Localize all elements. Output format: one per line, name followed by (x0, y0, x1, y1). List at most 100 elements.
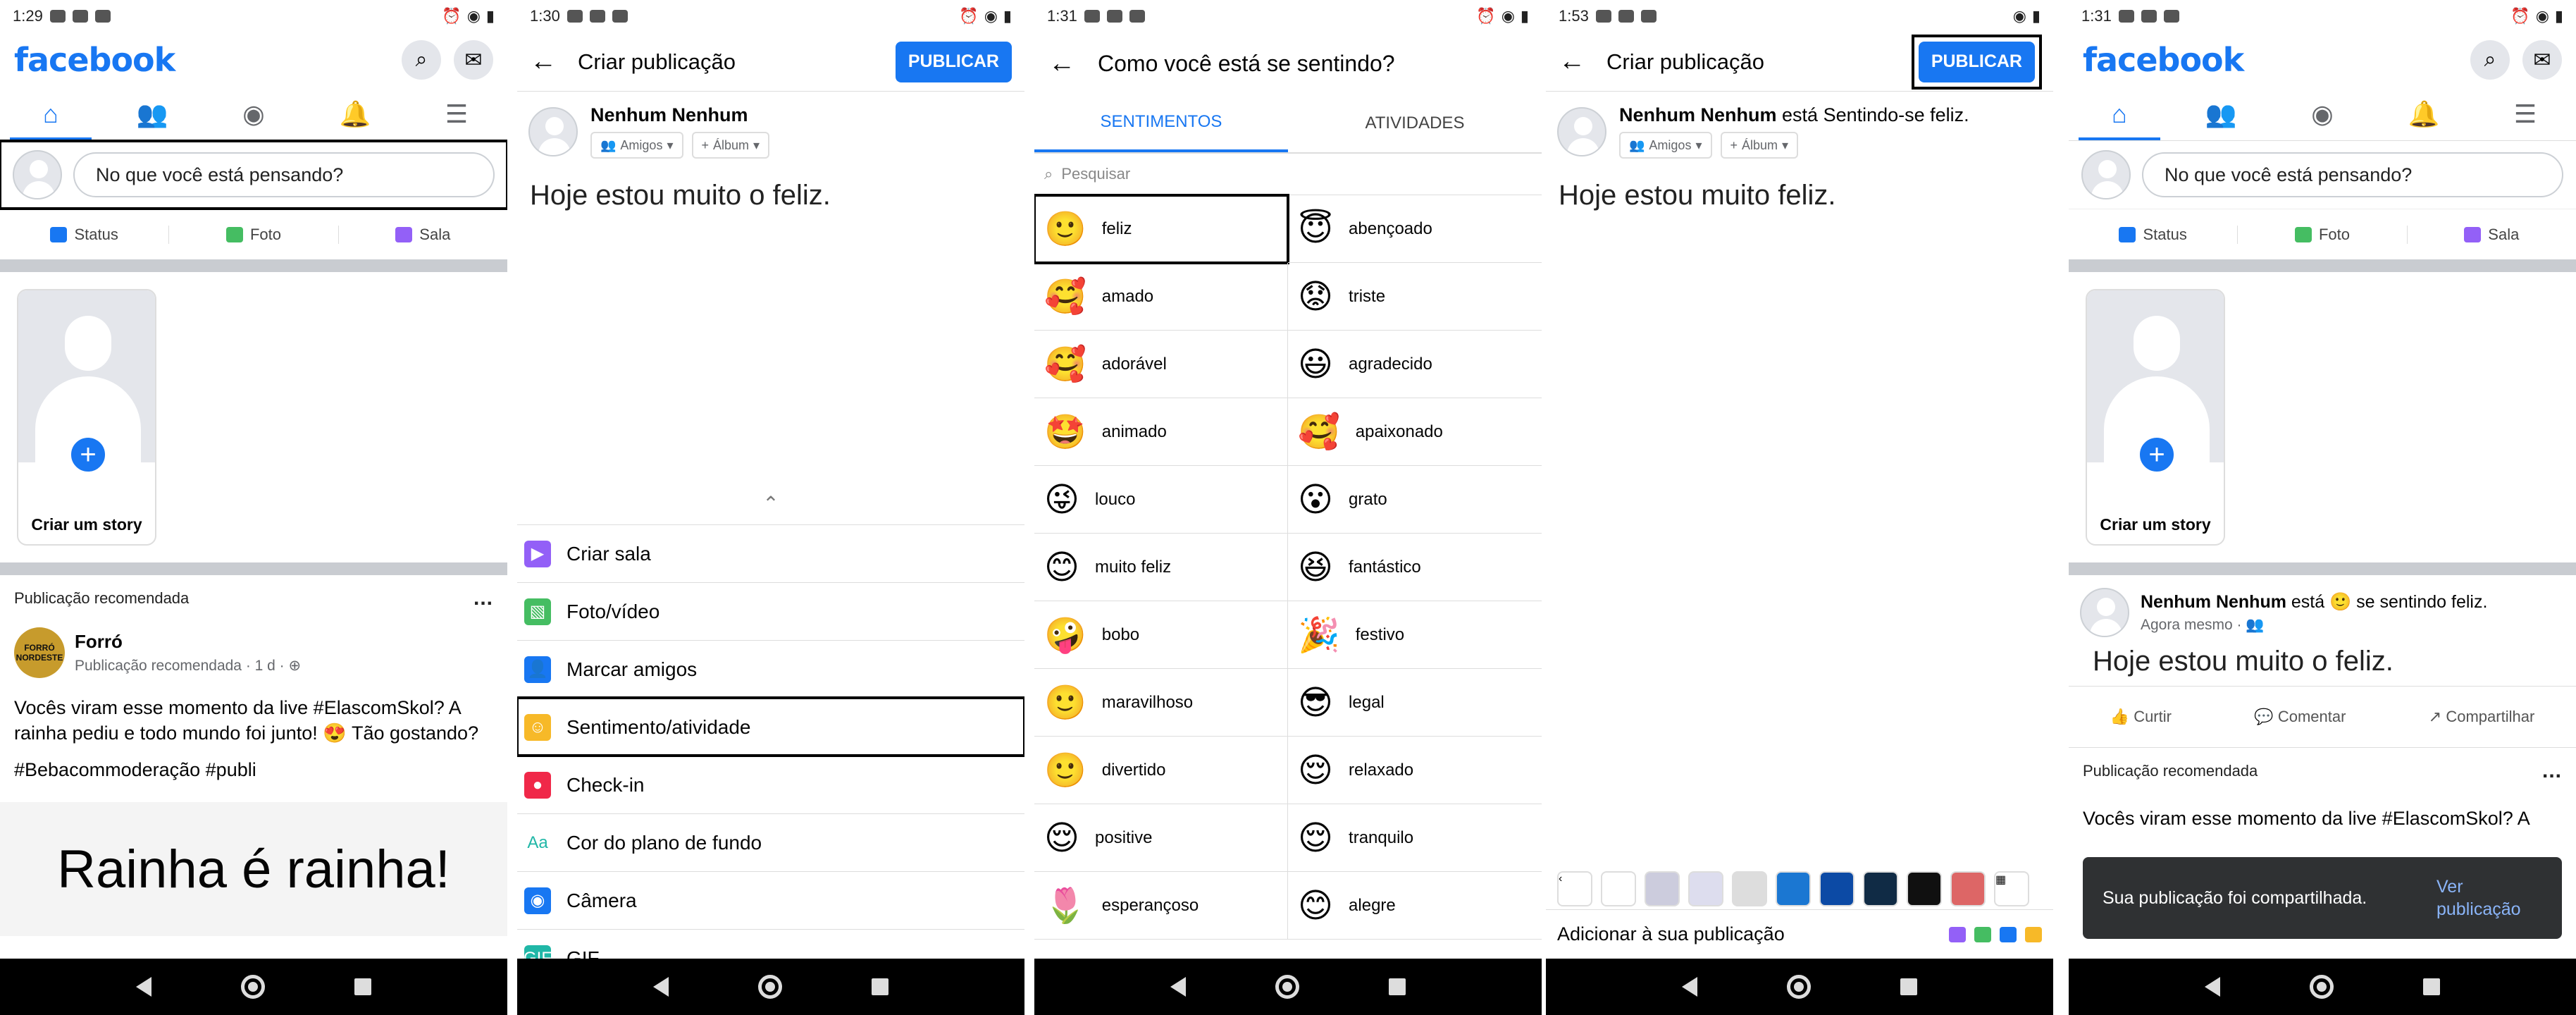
feeling-item[interactable]: 😃 agradecido (1288, 331, 1542, 398)
privacy-chip[interactable]: 👥 Amigos ▾ (590, 132, 683, 159)
feeling-item[interactable]: 🤪 bobo (1034, 601, 1288, 669)
album-chip[interactable]: + Álbum ▾ (691, 132, 770, 159)
tag-friends-item[interactable]: 👤 Marcar amigos (517, 640, 1024, 698)
avatar (13, 150, 62, 199)
privacy-chip[interactable]: 👥 Amigos ▾ (1619, 132, 1712, 159)
back-arrow-icon[interactable]: ← (1559, 47, 1585, 77)
wifi-icon: ◉ (466, 7, 481, 25)
feeling-activity-item[interactable]: ☺ Sentimento/atividade (517, 696, 1024, 757)
back-arrow-icon[interactable]: ← (530, 47, 557, 77)
composer-highlight: No que você está pensando? (0, 140, 507, 210)
search-button[interactable]: ⌕ (2470, 40, 2510, 80)
feeling-item[interactable]: 😮 grato (1288, 466, 1542, 534)
feeling-item[interactable]: 😊 alegre (1288, 872, 1542, 940)
messenger-button[interactable]: ✉ (454, 40, 493, 80)
like-button[interactable]: 👍 Curtir (2110, 708, 2172, 726)
post-input[interactable]: Hoje estou muito o feliz. (517, 171, 1024, 220)
screens-container: 1:29 ⏰ ◉ ▮ facebook ⌕ ✉ ⌂ 👥 ◉ 🔔 ☰ No que você est… (0, 0, 2576, 1015)
published-post-text: Hoje estou muito o feliz. (2093, 646, 2394, 677)
home-button[interactable] (240, 975, 265, 999)
composer-input[interactable]: No que você está pensando? (2142, 152, 2563, 197)
feeling-item[interactable]: 🤩 animado (1034, 398, 1288, 466)
main-tabs: ⌂ 👥 ◉ 🔔 ☰ (0, 87, 507, 141)
publish-button[interactable]: PUBLICAR (1918, 41, 2035, 82)
android-navbar (0, 959, 507, 1015)
album-chip[interactable]: + Álbum ▾ (1720, 132, 1799, 159)
recent-apps-button[interactable] (354, 978, 371, 995)
publish-button[interactable]: PUBLICAR (895, 41, 1012, 82)
forro-logo: FORRÓ NORDESTE (14, 627, 65, 678)
feeling-item[interactable]: 😌 relaxado (1288, 737, 1542, 804)
post-input[interactable]: Hoje estou muito feliz. (1546, 171, 2053, 220)
feeling-item[interactable]: 🥰 amado (1034, 263, 1288, 331)
page-title: Criar publicação (578, 49, 736, 74)
post-author[interactable]: Forró (75, 631, 301, 653)
facebook-logo: facebook (14, 41, 175, 79)
composer-actions: Status Foto Sala (0, 209, 507, 259)
photo-button[interactable]: Foto (169, 225, 339, 244)
feelings-tab[interactable]: SENTIMENTOS (1034, 94, 1288, 152)
back-button[interactable] (136, 977, 152, 997)
photo-video-item[interactable]: ▧ Foto/vídeo (517, 582, 1024, 640)
feeling-item[interactable]: 🥰 apaixonado (1288, 398, 1542, 466)
add-to-post-row: Adicionar à sua publicação (1546, 909, 2053, 959)
more-options-icon[interactable]: ... (473, 586, 493, 610)
feeling-item[interactable]: 🎉 festivo (1288, 601, 1542, 669)
background-picker: ‹ ▦ (1546, 868, 2053, 909)
post-hashtags[interactable]: #Bebacommoderação #publi (0, 757, 507, 794)
feeling-item[interactable]: 🥰 adorável (1034, 331, 1288, 398)
search-field[interactable]: ⌕ Pesquisar (1034, 154, 1542, 195)
feeling-item[interactable]: 😆 fantástico (1288, 534, 1542, 601)
feeling-item[interactable]: 😜 louco (1034, 466, 1288, 534)
feeling-title: Como você está se sentindo? (1098, 50, 1395, 76)
feeling-item[interactable]: 😟 triste (1288, 263, 1542, 331)
checkin-item[interactable]: ● Check-in (517, 756, 1024, 813)
battery-icon: ▮ (485, 7, 495, 25)
feeling-feliz[interactable]: 🙂 feliz (1034, 194, 1289, 264)
create-story-card[interactable]: + Criar um story (17, 289, 156, 546)
separator (0, 259, 507, 272)
notifications-tab[interactable]: 🔔 (304, 87, 406, 140)
page-title: Criar publicação (1606, 49, 1764, 74)
create-story-label: Criar um story (31, 515, 142, 534)
composer-input[interactable]: No que você está pensando? (73, 152, 495, 197)
search-button[interactable]: ⌕ (402, 40, 441, 80)
feeling-item[interactable]: 😇 abençoado (1288, 195, 1542, 263)
time: 1:29 (13, 7, 43, 25)
back-arrow-icon[interactable]: ← (1048, 49, 1075, 79)
feeling-item[interactable]: 😌 positive (1034, 804, 1288, 872)
camera-item[interactable]: ◉ Câmera (517, 871, 1024, 929)
feeling-item[interactable]: 😎 legal (1288, 669, 1542, 737)
share-button[interactable]: ↗ Compartilhar (2429, 708, 2534, 726)
profile-tab[interactable]: ◉ (203, 87, 304, 140)
comment-button[interactable]: 💬 Comentar (2254, 708, 2346, 726)
friends-tab[interactable]: 👥 (101, 87, 203, 140)
messenger-button[interactable]: ✉ (2522, 40, 2562, 80)
create-room-item[interactable]: ▶ Criar sala (517, 524, 1024, 582)
status-bar: 1:29 ⏰ ◉ ▮ (0, 0, 507, 32)
feeling-item[interactable]: 😌 tranquilo (1288, 804, 1542, 872)
post-image-text[interactable]: Rainha é rainha! (0, 802, 507, 936)
background-color-item[interactable]: Aa Cor do plano de fundo (517, 813, 1024, 871)
room-button[interactable]: Sala (339, 226, 507, 244)
search-icon: ⌕ (1044, 165, 1053, 183)
screen-create-post: 1:30 ⏰ ◉ ▮ ← Criar publicação PUBLICAR Nenhum… (517, 0, 1024, 1015)
facebook-logo: facebook (2083, 41, 2244, 79)
recommended-label: Publicação recomendada (14, 589, 190, 607)
screen-feeling-picker: 1:31 ⏰ ◉ ▮ ← Como você está se sentindo? SEN… (1034, 0, 1542, 1015)
activities-tab[interactable]: ATIVIDADES (1288, 94, 1542, 152)
feeling-item[interactable]: 🌷 esperançoso (1034, 872, 1288, 940)
status-button[interactable]: Status (0, 225, 170, 244)
post-text: Vocês viram esse momento da live #Elasco… (14, 697, 479, 744)
feeling-item[interactable]: 🙂 divertido (1034, 737, 1288, 804)
post-meta: Publicação recomendada · 1 d · ⊕ (75, 658, 302, 674)
add-story-icon: + (68, 434, 109, 475)
collapse-handle[interactable]: ⌃ (517, 492, 1024, 524)
view-post-link[interactable]: Ver publicação (2436, 875, 2542, 921)
feeling-item[interactable]: 🙂 maravilhoso (1034, 669, 1288, 737)
screen-feed: 1:29 ⏰ ◉ ▮ facebook ⌕ ✉ ⌂ 👥 ◉ 🔔 ☰ No que você est… (0, 0, 507, 1015)
screen-post-ready: 1:53 ◉ ▮ ← Criar publicação PUBLICAR Nenhum … (1546, 0, 2053, 1015)
home-tab[interactable]: ⌂ (0, 87, 101, 140)
menu-tab[interactable]: ☰ (406, 87, 507, 140)
feeling-item[interactable]: 😊 muito feliz (1034, 534, 1288, 601)
